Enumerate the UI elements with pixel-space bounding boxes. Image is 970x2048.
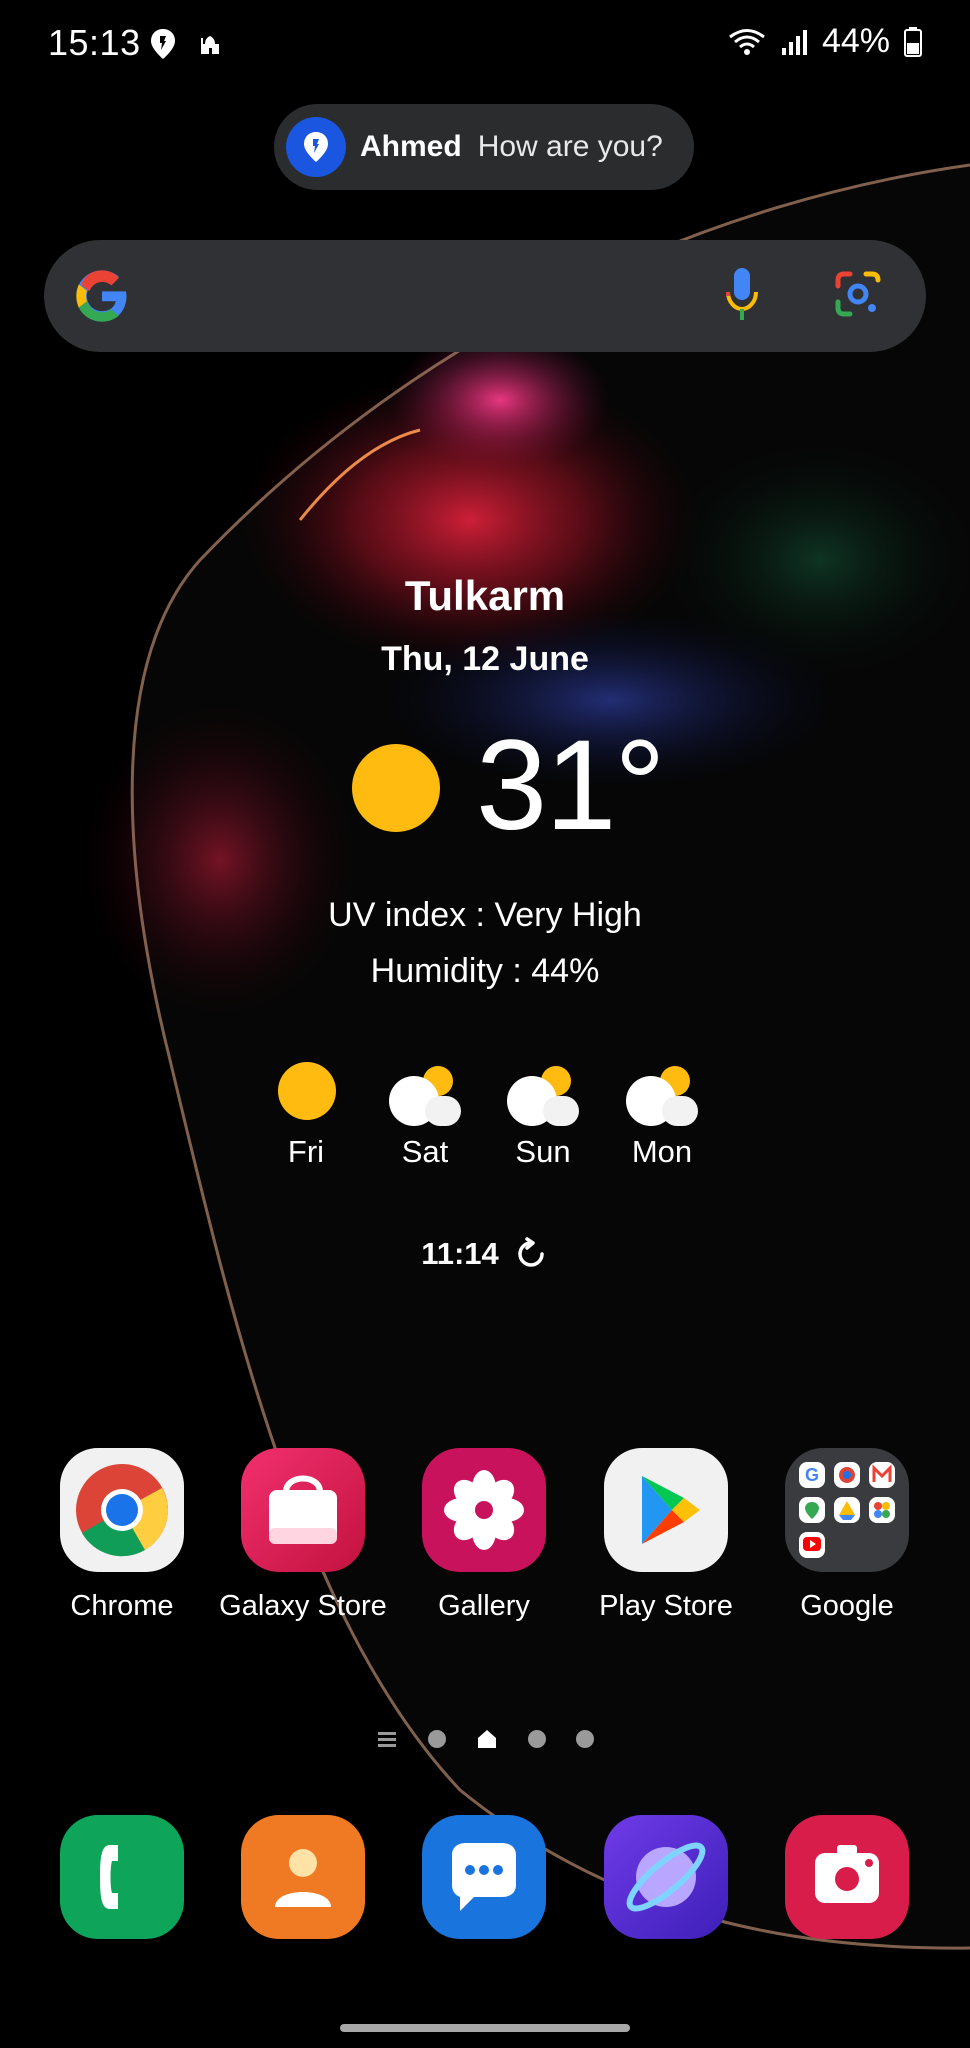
mosque-icon — [201, 36, 219, 54]
internet-icon — [604, 1815, 728, 1939]
app-label: Play Store — [599, 1590, 733, 1622]
app-galaxy-store[interactable]: Galaxy Store — [213, 1448, 393, 1623]
dock-contacts[interactable] — [213, 1815, 393, 1939]
app-label: Gallery — [438, 1590, 530, 1622]
status-time: 15:13 — [48, 22, 141, 63]
partly-cloudy-icon — [375, 1056, 475, 1126]
contacts-icon — [241, 1815, 365, 1939]
forecast-day-label: Fri — [287, 1134, 325, 1169]
dock-internet[interactable] — [576, 1815, 756, 1939]
weather-updated-row[interactable]: 11:14 — [0, 1236, 970, 1272]
forecast-day-label: Sat — [401, 1134, 449, 1169]
svg-text:G: G — [805, 1465, 819, 1485]
app-google-folder[interactable]: G Google — [757, 1448, 937, 1623]
location-pin-icon — [304, 132, 328, 162]
partly-cloudy-icon — [612, 1056, 712, 1126]
notification-sender: Ahmed — [360, 130, 462, 163]
screen-recorder-icon — [785, 1815, 909, 1939]
partly-cloudy-icon — [493, 1056, 593, 1126]
dock-messages[interactable] — [394, 1815, 574, 1939]
app-chrome[interactable]: Chrome — [32, 1448, 212, 1623]
menu-lines-icon[interactable] — [376, 1730, 398, 1748]
app-gallery[interactable]: Gallery — [394, 1448, 574, 1623]
dock-screen-recorder[interactable] — [757, 1815, 937, 1939]
weather-uv-index: UV index : Very High — [328, 896, 642, 934]
google-lens-icon[interactable] — [834, 270, 882, 318]
app-play-store[interactable]: Play Store — [576, 1448, 756, 1623]
gallery-icon — [422, 1448, 546, 1572]
chrome-icon — [60, 1448, 184, 1572]
weather-city[interactable]: Tulkarm — [0, 572, 970, 620]
battery-percent: 44% — [821, 22, 890, 60]
page-dot[interactable] — [428, 1730, 446, 1748]
weather-temperature: 31° — [476, 714, 666, 857]
galaxy-store-icon — [241, 1448, 365, 1572]
forecast-day: Fri — [256, 1056, 356, 1170]
forecast-day-label: Mon — [631, 1134, 693, 1169]
phone-icon — [60, 1815, 184, 1939]
app-label: Chrome — [70, 1590, 174, 1622]
home-page-icon[interactable] — [476, 1728, 498, 1750]
wifi-icon — [729, 28, 765, 55]
google-folder-icon: G — [785, 1448, 909, 1572]
sunny-icon — [352, 744, 440, 832]
page-dot[interactable] — [528, 1730, 546, 1748]
app-label: Galaxy Store — [219, 1590, 387, 1622]
forecast-day: Sat — [375, 1056, 475, 1170]
app-label: Google — [800, 1590, 894, 1622]
messages-icon — [422, 1815, 546, 1939]
forecast-day: Mon — [612, 1056, 712, 1170]
location-pin-icon — [151, 29, 175, 59]
battery-icon — [904, 26, 922, 57]
refresh-icon[interactable] — [513, 1236, 549, 1272]
forecast-day-label: Sun — [515, 1134, 571, 1169]
sunny-icon — [256, 1056, 356, 1126]
weather-date: Thu, 12 June — [381, 640, 589, 678]
google-search-bar[interactable] — [44, 240, 926, 352]
gesture-nav-handle[interactable] — [340, 2024, 630, 2032]
notification-pill[interactable]: Ahmed How are you? — [274, 104, 694, 190]
notification-message: How are you? — [477, 130, 663, 163]
page-indicator[interactable] — [0, 1728, 970, 1750]
forecast-day: Sun — [493, 1056, 593, 1170]
google-g-logo — [76, 270, 127, 322]
status-right: 44% — [728, 22, 922, 61]
weather-updated-time: 11:14 — [421, 1236, 499, 1271]
dock-phone[interactable] — [32, 1815, 212, 1939]
play-store-icon — [604, 1448, 728, 1572]
signal-icon — [781, 29, 807, 55]
weather-humidity: Humidity : 44% — [370, 952, 600, 990]
notification-app-avatar — [286, 117, 346, 177]
status-left-icons — [150, 28, 222, 60]
page-dot[interactable] — [576, 1730, 594, 1748]
mic-icon[interactable] — [724, 266, 760, 324]
